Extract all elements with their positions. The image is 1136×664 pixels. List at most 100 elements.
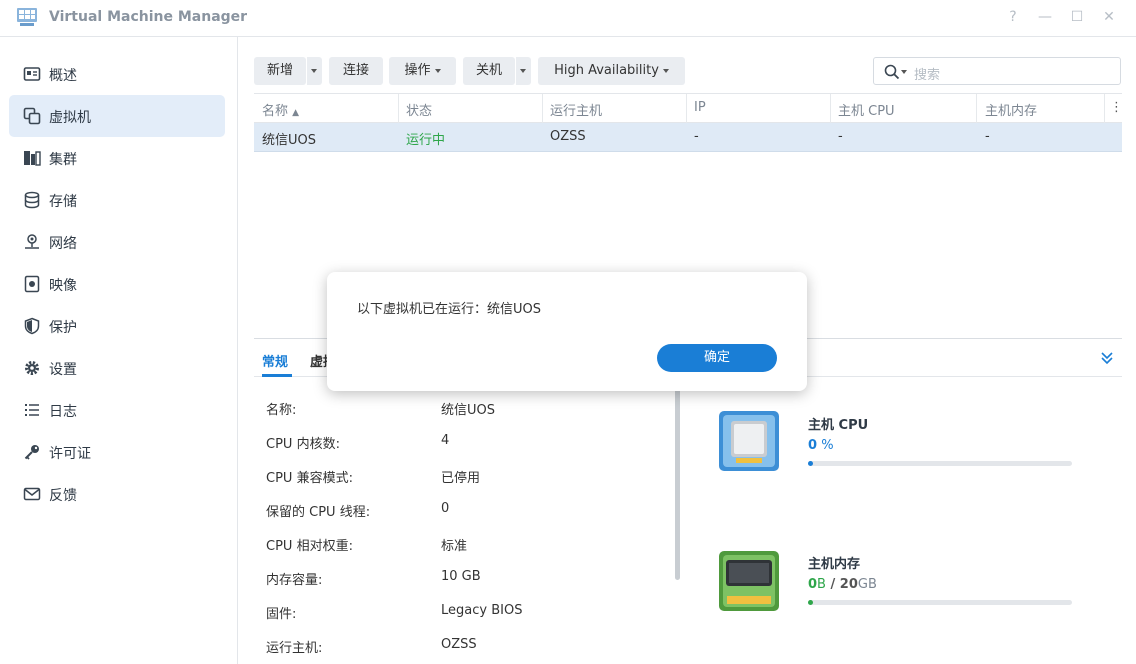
log-icon bbox=[25, 404, 39, 416]
vm-table-header: 名称 ▲ 状态 运行主机 IP 主机 CPU 主机内存 ⋮ bbox=[254, 93, 1123, 123]
sidebar-item-settings[interactable]: 设置 bbox=[9, 347, 225, 389]
high-availability-menu-button[interactable]: High Availability bbox=[538, 57, 685, 85]
dialog-message: 以下虚拟机已在运行：统信UOS bbox=[357, 302, 541, 317]
sort-asc-icon: ▲ bbox=[292, 108, 300, 118]
table-row[interactable]: 统信UOS 运行中 OZSS - - - bbox=[254, 123, 1122, 152]
overview-icon bbox=[23, 67, 41, 81]
sidebar-item-label: 集群 bbox=[49, 152, 77, 168]
sidebar-item-label: 保护 bbox=[49, 320, 77, 336]
sidebar-item-license[interactable]: 许可证 bbox=[9, 431, 225, 473]
host-memory-value: 0B / 20GB bbox=[808, 577, 877, 592]
col-status[interactable]: 状态 bbox=[406, 100, 432, 119]
col-name[interactable]: 名称 ▲ bbox=[262, 100, 299, 119]
prop-value: OZSS bbox=[441, 637, 477, 652]
vm-ip-cell: - bbox=[694, 129, 699, 144]
host-cpu-bar-fill bbox=[808, 461, 813, 466]
cpu-usage-unit: % bbox=[821, 438, 834, 453]
network-icon bbox=[25, 234, 39, 249]
sidebar-item-storage[interactable]: 存储 bbox=[9, 179, 225, 221]
chevron-down-icon bbox=[311, 69, 317, 73]
prop-value: 标准 bbox=[441, 539, 468, 554]
prop-value: 4 bbox=[441, 433, 450, 448]
column-divider bbox=[1104, 94, 1105, 123]
sidebar-item-label: 网络 bbox=[49, 236, 77, 252]
chevron-down-icon bbox=[434, 68, 441, 73]
collapse-chevron-icon[interactable] bbox=[1100, 351, 1114, 365]
col-ip[interactable]: IP bbox=[694, 100, 706, 115]
col-host[interactable]: 运行主机 bbox=[550, 100, 602, 119]
shutdown-button[interactable]: 关机 bbox=[463, 57, 515, 85]
vm-icon bbox=[23, 107, 41, 125]
sidebar-item-vm[interactable]: 虚拟机 bbox=[9, 95, 225, 137]
host-memory-bar-fill bbox=[808, 600, 813, 605]
sidebar-item-log[interactable]: 日志 bbox=[9, 389, 225, 431]
sidebar-item-image[interactable]: 映像 bbox=[9, 263, 225, 305]
column-divider bbox=[830, 94, 831, 123]
prop-key: CPU 兼容模式: bbox=[266, 471, 353, 486]
vm-cpu-cell: - bbox=[838, 129, 843, 144]
image-icon bbox=[24, 275, 40, 293]
memory-module-icon bbox=[719, 551, 779, 611]
key-icon bbox=[24, 445, 39, 460]
mail-icon bbox=[23, 487, 41, 501]
vm-mem-cell: - bbox=[985, 129, 990, 144]
prop-value: 统信UOS bbox=[441, 403, 495, 418]
prop-key: 内存容量: bbox=[266, 573, 323, 588]
action-label: 操作 bbox=[404, 63, 431, 78]
mem-total-number: 20 bbox=[839, 577, 858, 592]
sidebar-item-protect[interactable]: 保护 bbox=[9, 305, 225, 347]
search-placeholder: 搜索 bbox=[914, 68, 941, 83]
title-bar: Virtual Machine Manager ? — ☐ ✕ bbox=[0, 0, 1136, 37]
sidebar-item-label: 虚拟机 bbox=[49, 110, 91, 126]
shutdown-dropdown-button[interactable] bbox=[516, 57, 531, 85]
vm-name-cell: 统信UOS bbox=[262, 133, 316, 148]
tab-general[interactable]: 常规 bbox=[262, 351, 288, 370]
ok-button[interactable]: 确定 bbox=[657, 344, 777, 372]
info-dialog: 以下虚拟机已在运行：统信UOS 确定 bbox=[327, 272, 807, 391]
minimize-icon[interactable]: — bbox=[1036, 8, 1054, 26]
host-memory-bar bbox=[808, 600, 1072, 605]
add-button[interactable]: 新增 bbox=[254, 57, 306, 85]
help-icon[interactable]: ? bbox=[1004, 8, 1022, 26]
chevron-down-icon bbox=[662, 68, 669, 73]
vm-status-cell: 运行中 bbox=[406, 133, 446, 148]
add-dropdown-button[interactable] bbox=[307, 57, 322, 85]
col-host-mem[interactable]: 主机内存 bbox=[985, 100, 1037, 119]
maximize-icon[interactable]: ☐ bbox=[1068, 8, 1086, 26]
search-icon bbox=[884, 64, 900, 80]
cluster-icon bbox=[24, 151, 41, 166]
connect-button[interactable]: 连接 bbox=[329, 57, 383, 85]
sidebar-item-label: 许可证 bbox=[49, 446, 91, 462]
shield-icon bbox=[24, 317, 40, 335]
active-tab-indicator bbox=[262, 374, 292, 377]
search-options-icon[interactable] bbox=[901, 70, 907, 74]
chevron-down-icon bbox=[520, 69, 526, 73]
column-menu-icon[interactable]: ⋮ bbox=[1110, 100, 1123, 115]
prop-value: Legacy BIOS bbox=[441, 603, 523, 618]
action-menu-button[interactable]: 操作 bbox=[389, 57, 456, 85]
col-host-cpu[interactable]: 主机 CPU bbox=[838, 100, 895, 119]
prop-key: CPU 内核数: bbox=[266, 437, 340, 452]
prop-value: 0 bbox=[441, 501, 450, 516]
sidebar-item-cluster[interactable]: 集群 bbox=[9, 137, 225, 179]
close-icon[interactable]: ✕ bbox=[1100, 8, 1118, 26]
prop-key: CPU 相对权重: bbox=[266, 539, 353, 554]
column-divider bbox=[976, 94, 977, 123]
mem-total-unit: GB bbox=[857, 577, 877, 592]
sidebar-item-feedback[interactable]: 反馈 bbox=[9, 473, 225, 515]
host-cpu-value: 0 % bbox=[808, 438, 834, 453]
sidebar-item-overview[interactable]: 概述 bbox=[9, 53, 225, 95]
search-input[interactable]: 搜索 bbox=[873, 57, 1121, 85]
host-memory-title: 主机内存 bbox=[808, 557, 861, 572]
vmm-app-icon bbox=[17, 8, 37, 26]
sidebar: 概述 虚拟机 集群 存储 网络 映像 保护 设置 日志 许可证 反馈 bbox=[0, 37, 238, 664]
prop-key: 运行主机: bbox=[266, 641, 323, 656]
column-divider bbox=[686, 94, 687, 123]
scrollbar[interactable] bbox=[675, 380, 680, 580]
sidebar-item-label: 映像 bbox=[49, 278, 77, 294]
host-cpu-bar bbox=[808, 461, 1072, 466]
gear-icon bbox=[25, 361, 39, 375]
sidebar-item-network[interactable]: 网络 bbox=[9, 221, 225, 263]
ha-label: High Availability bbox=[554, 63, 659, 78]
prop-value: 已停用 bbox=[441, 471, 481, 486]
